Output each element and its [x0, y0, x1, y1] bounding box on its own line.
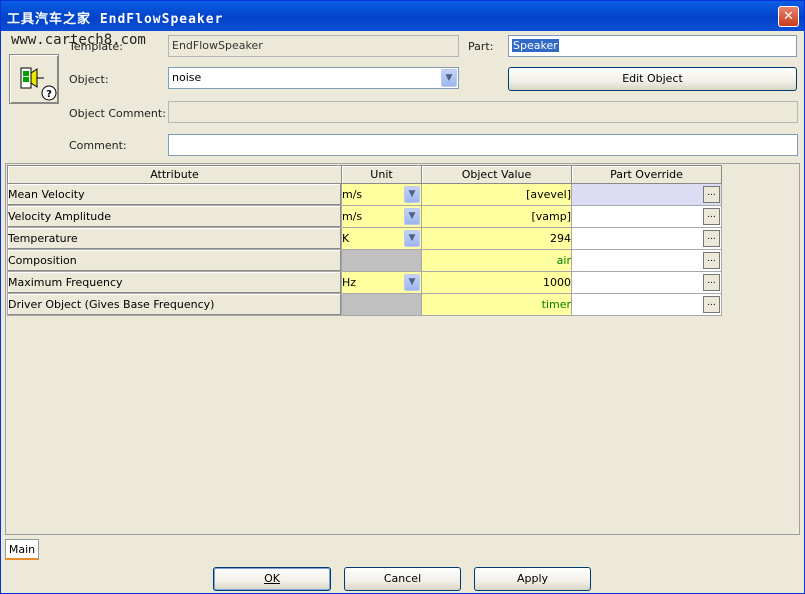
window-title: 工具汽车之家 EndFlowSpeaker [7, 12, 224, 27]
object-select[interactable]: noise ▼ [168, 67, 459, 89]
tab-main[interactable]: Main [5, 539, 39, 560]
cancel-button-label: Cancel [383, 572, 422, 585]
column-header-part-override[interactable]: Part Override [571, 165, 722, 184]
attribute-cell: Velocity Amplitude [7, 205, 342, 228]
unit-select[interactable]: K ▼ [341, 227, 422, 250]
edit-object-button[interactable]: Edit Object [508, 67, 797, 91]
part-override-cell[interactable]: ... [571, 249, 722, 272]
comment-input[interactable] [168, 134, 798, 156]
object-value-cell[interactable]: [avevel] [421, 183, 572, 206]
title-bar[interactable]: 工具汽车之家 EndFlowSpeaker ✕ [1, 1, 804, 31]
template-label: Template: [69, 40, 123, 53]
column-header-unit[interactable]: Unit [341, 165, 422, 184]
part-override-cell[interactable]: ... [571, 227, 722, 250]
unit-value: m/s [342, 210, 363, 223]
table-row: Maximum Frequency Hz ▼ 1000 ... [7, 271, 722, 294]
attribute-cell: Maximum Frequency [7, 271, 342, 294]
object-value-cell[interactable]: [vamp] [421, 205, 572, 228]
unit-value: K [342, 232, 350, 245]
speaker-part-icon: ? [9, 54, 59, 104]
unit-cell-disabled [341, 293, 422, 316]
apply-button-label: Apply [516, 572, 549, 585]
table-row: Composition air ... [7, 249, 722, 272]
attribute-table: Attribute Unit Object Value Part Overrid… [7, 165, 722, 316]
object-value-cell[interactable]: timer [421, 293, 572, 316]
attribute-cell: Temperature [7, 227, 342, 250]
table-row: Temperature K ▼ 294 ... [7, 227, 722, 250]
object-select-value: noise [172, 71, 202, 84]
object-value-cell[interactable]: 1000 [421, 271, 572, 294]
column-header-object-value[interactable]: Object Value [421, 165, 572, 184]
ok-button[interactable]: OK [213, 567, 331, 591]
apply-button[interactable]: Apply [474, 567, 591, 591]
ellipsis-icon[interactable]: ... [703, 230, 720, 247]
ok-button-label: OK [264, 572, 280, 585]
question-icon: ? [46, 89, 52, 100]
part-label: Part: [468, 40, 494, 53]
speaker-icon: ? [20, 67, 57, 101]
cancel-button[interactable]: Cancel [344, 567, 461, 591]
attribute-grid-panel: Attribute Unit Object Value Part Overrid… [5, 163, 800, 535]
unit-value: m/s [342, 188, 363, 201]
object-label: Object: [69, 73, 109, 86]
table-row: Driver Object (Gives Base Frequency) tim… [7, 293, 722, 316]
ellipsis-icon[interactable]: ... [703, 252, 720, 269]
unit-value: Hz [342, 276, 357, 289]
unit-select[interactable]: Hz ▼ [341, 271, 422, 294]
table-header-row: Attribute Unit Object Value Part Overrid… [7, 165, 722, 184]
unit-select[interactable]: m/s ▼ [341, 205, 422, 228]
chevron-down-icon[interactable]: ▼ [404, 208, 420, 225]
part-override-cell[interactable]: ... [571, 205, 722, 228]
object-comment-field [168, 101, 798, 123]
ellipsis-icon[interactable]: ... [703, 274, 720, 291]
part-override-cell[interactable]: ... [571, 271, 722, 294]
ellipsis-icon[interactable]: ... [703, 186, 720, 203]
ellipsis-icon[interactable]: ... [703, 296, 720, 313]
part-name-value: Speaker [512, 39, 559, 52]
template-field: EndFlowSpeaker [168, 35, 459, 57]
attribute-cell: Mean Velocity [7, 183, 342, 206]
object-comment-label: Object Comment: [69, 107, 166, 120]
attribute-cell: Driver Object (Gives Base Frequency) [7, 293, 342, 316]
part-override-cell[interactable]: ... [571, 183, 722, 206]
table-row: Velocity Amplitude m/s ▼ [vamp] ... [7, 205, 722, 228]
close-icon: ✕ [783, 9, 794, 24]
table-row: Mean Velocity m/s ▼ [avevel] ... [7, 183, 722, 206]
close-button[interactable]: ✕ [778, 6, 799, 27]
object-value-cell[interactable]: air [421, 249, 572, 272]
unit-cell-disabled [341, 249, 422, 272]
dialog-window: 工具汽车之家 EndFlowSpeaker ✕ www.cartech8.com… [0, 0, 805, 594]
chevron-down-icon[interactable]: ▼ [404, 230, 420, 247]
attribute-cell: Composition [7, 249, 342, 272]
comment-label: Comment: [69, 139, 127, 152]
object-value-cell[interactable]: 294 [421, 227, 572, 250]
part-name-input[interactable]: Speaker [508, 35, 797, 57]
part-override-cell[interactable]: ... [571, 293, 722, 316]
column-header-attribute[interactable]: Attribute [7, 165, 342, 184]
ellipsis-icon[interactable]: ... [703, 208, 720, 225]
chevron-down-icon[interactable]: ▼ [404, 274, 420, 291]
unit-select[interactable]: m/s ▼ [341, 183, 422, 206]
chevron-down-icon[interactable]: ▼ [404, 186, 420, 203]
chevron-down-icon[interactable]: ▼ [441, 69, 457, 87]
